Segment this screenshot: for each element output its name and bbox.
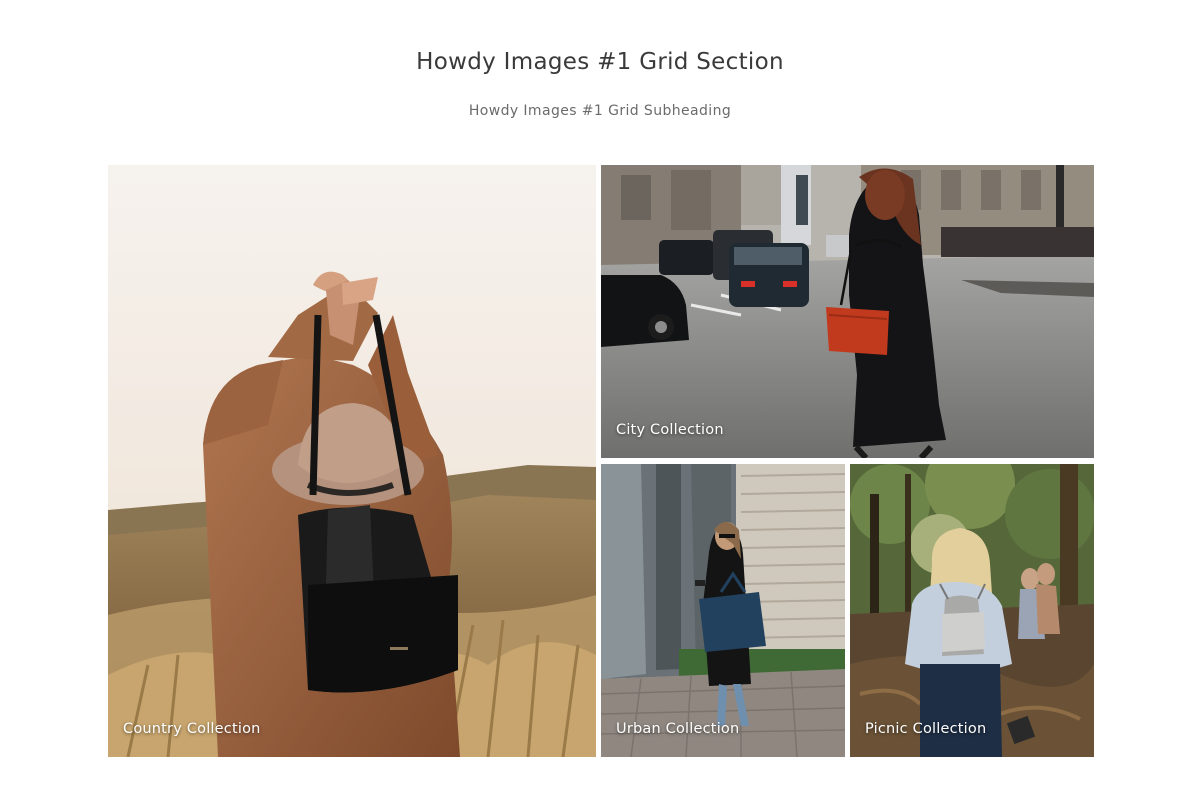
section-title: Howdy Images #1 Grid Section — [416, 49, 784, 75]
city-collection-image — [601, 165, 1094, 458]
tile-caption: Country Collection — [123, 721, 261, 737]
tile-caption: City Collection — [616, 422, 724, 438]
image-grid: Country Collection City Collection Urban… — [108, 165, 1094, 757]
tile-caption: Picnic Collection — [865, 721, 987, 737]
collection-tile-urban[interactable]: Urban Collection — [601, 464, 845, 757]
picnic-collection-image — [850, 464, 1094, 757]
collection-tile-city[interactable]: City Collection — [601, 165, 1094, 458]
collection-tile-picnic[interactable]: Picnic Collection — [850, 464, 1094, 757]
urban-collection-image — [601, 464, 845, 757]
collection-tile-country[interactable]: Country Collection — [108, 165, 596, 757]
tile-caption: Urban Collection — [616, 721, 740, 737]
section-subtitle: Howdy Images #1 Grid Subheading — [468, 103, 732, 119]
country-collection-image — [108, 165, 596, 757]
